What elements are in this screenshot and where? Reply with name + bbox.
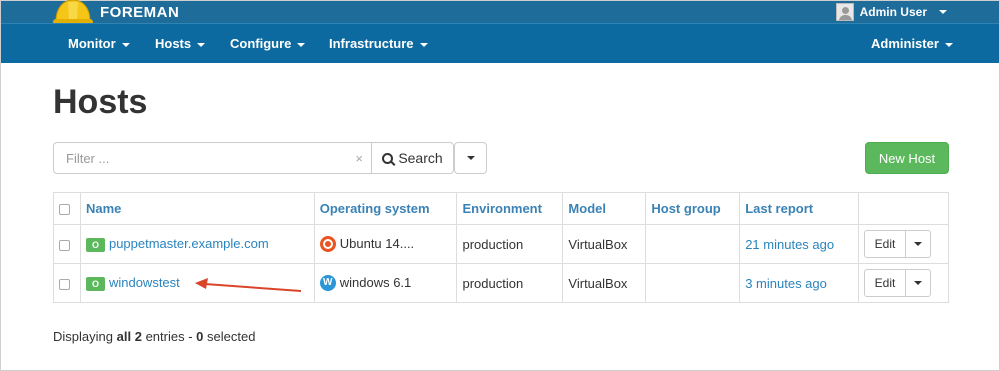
nav-administer[interactable]: Administer: [871, 36, 953, 51]
status-badge: O: [85, 276, 105, 291]
summary-prefix: Displaying: [53, 329, 113, 344]
page-title: Hosts: [53, 83, 148, 121]
clear-icon[interactable]: ×: [355, 151, 363, 166]
chevron-down-icon: [913, 281, 922, 285]
os-label: Ubuntu 14....: [339, 235, 415, 251]
edit-button-group: Edit: [863, 269, 931, 297]
nav-administer-label: Administer: [871, 36, 939, 51]
top-bar: FOREMAN Admin User: [1, 0, 999, 25]
search-bookmarks-button[interactable]: [454, 142, 487, 174]
os-cell: Ubuntu 14....: [313, 224, 458, 264]
select-all-cell: [53, 192, 81, 225]
nav-configure[interactable]: Configure: [230, 36, 306, 51]
nav-hosts-label: Hosts: [155, 36, 192, 51]
host-link[interactable]: puppetmaster.example.com: [109, 236, 269, 251]
last-report-link[interactable]: 21 minutes ago: [745, 237, 834, 252]
chevron-down-icon: [944, 42, 953, 47]
chevron-down-icon: [419, 42, 428, 47]
nav-configure-label: Configure: [230, 36, 292, 51]
ubuntu-icon: [319, 236, 336, 253]
last-report-cell: 21 minutes ago: [739, 224, 859, 264]
chevron-down-icon: [466, 156, 475, 160]
status-badge: O: [85, 237, 105, 252]
row-checkbox[interactable]: [59, 239, 70, 251]
search-input[interactable]: [54, 143, 334, 173]
hosts-table: Name Operating system Environment Model …: [53, 192, 950, 303]
nav-monitor[interactable]: Monitor: [68, 36, 130, 51]
user-name: Admin User: [859, 5, 927, 19]
chevron-down-icon: [121, 42, 130, 47]
row-actions-dropdown[interactable]: [906, 231, 930, 257]
last-report-link[interactable]: 3 minutes ago: [745, 276, 827, 291]
user-menu[interactable]: Admin User: [835, 3, 947, 21]
last-report-cell: 3 minutes ago: [739, 263, 859, 303]
edit-button[interactable]: Edit: [865, 231, 906, 257]
nav-monitor-label: Monitor: [68, 36, 116, 51]
avatar: [835, 3, 854, 21]
row-select-cell: [53, 224, 81, 264]
column-header-model[interactable]: Model: [562, 192, 647, 225]
environment-cell: production: [456, 263, 564, 303]
table-row: Owindowstest Wwindows 6.1 production Vir…: [53, 263, 950, 303]
nav-infrastructure[interactable]: Infrastructure: [329, 36, 428, 51]
chevron-down-icon: [939, 10, 947, 14]
column-header-actions: [857, 192, 950, 225]
brand-name[interactable]: FOREMAN: [100, 4, 179, 21]
search-button[interactable]: Search: [371, 142, 454, 174]
summary-count: 2: [134, 329, 142, 344]
host-group-cell: [645, 263, 741, 303]
pagination-summary: Displaying all 2 entries - 0 selected: [53, 329, 255, 344]
chevron-down-icon: [197, 42, 206, 47]
main-navigation: Monitor Hosts Configure Infrastructure A…: [1, 23, 999, 63]
column-header-name[interactable]: Name: [79, 192, 315, 225]
actions-cell: Edit: [857, 263, 950, 303]
summary-suffix: selected: [207, 329, 256, 344]
row-checkbox[interactable]: [59, 278, 70, 290]
model-cell: VirtualBox: [562, 224, 647, 264]
column-header-os[interactable]: Operating system: [313, 192, 458, 225]
search-button-label: Search: [398, 150, 443, 166]
host-group-cell: [645, 224, 741, 264]
model-cell: VirtualBox: [562, 263, 647, 303]
nav-infrastructure-label: Infrastructure: [329, 36, 414, 51]
environment-cell: production: [456, 224, 564, 264]
column-header-last-report[interactable]: Last report: [739, 192, 859, 225]
annotation-arrow-icon: [195, 278, 302, 292]
summary-selected-count: 0: [196, 329, 204, 344]
chevron-down-icon: [297, 42, 306, 47]
os-label: windows 6.1: [339, 274, 412, 290]
column-header-environment[interactable]: Environment: [456, 192, 564, 225]
actions-cell: Edit: [857, 224, 950, 264]
summary-middle: entries -: [145, 329, 193, 344]
windows-icon: W: [319, 275, 336, 292]
host-name-cell: Opuppetmaster.example.com: [79, 224, 315, 264]
row-actions-dropdown[interactable]: [906, 270, 930, 296]
chevron-down-icon: [913, 242, 922, 246]
summary-all: all: [116, 329, 132, 344]
host-link[interactable]: windowstest: [109, 275, 180, 290]
select-all-checkbox[interactable]: [59, 204, 70, 216]
new-host-button[interactable]: New Host: [865, 142, 949, 174]
nav-hosts[interactable]: Hosts: [155, 36, 206, 51]
row-select-cell: [53, 263, 81, 303]
search-box: ×: [53, 142, 372, 174]
edit-button-group: Edit: [863, 230, 931, 258]
table-row: Opuppetmaster.example.com Ubuntu 14.... …: [53, 224, 950, 264]
table-header-row: Name Operating system Environment Model …: [53, 192, 950, 225]
edit-button[interactable]: Edit: [865, 270, 906, 296]
search-icon: [382, 152, 394, 164]
os-cell: Wwindows 6.1: [313, 263, 458, 303]
column-header-host-group[interactable]: Host group: [645, 192, 741, 225]
